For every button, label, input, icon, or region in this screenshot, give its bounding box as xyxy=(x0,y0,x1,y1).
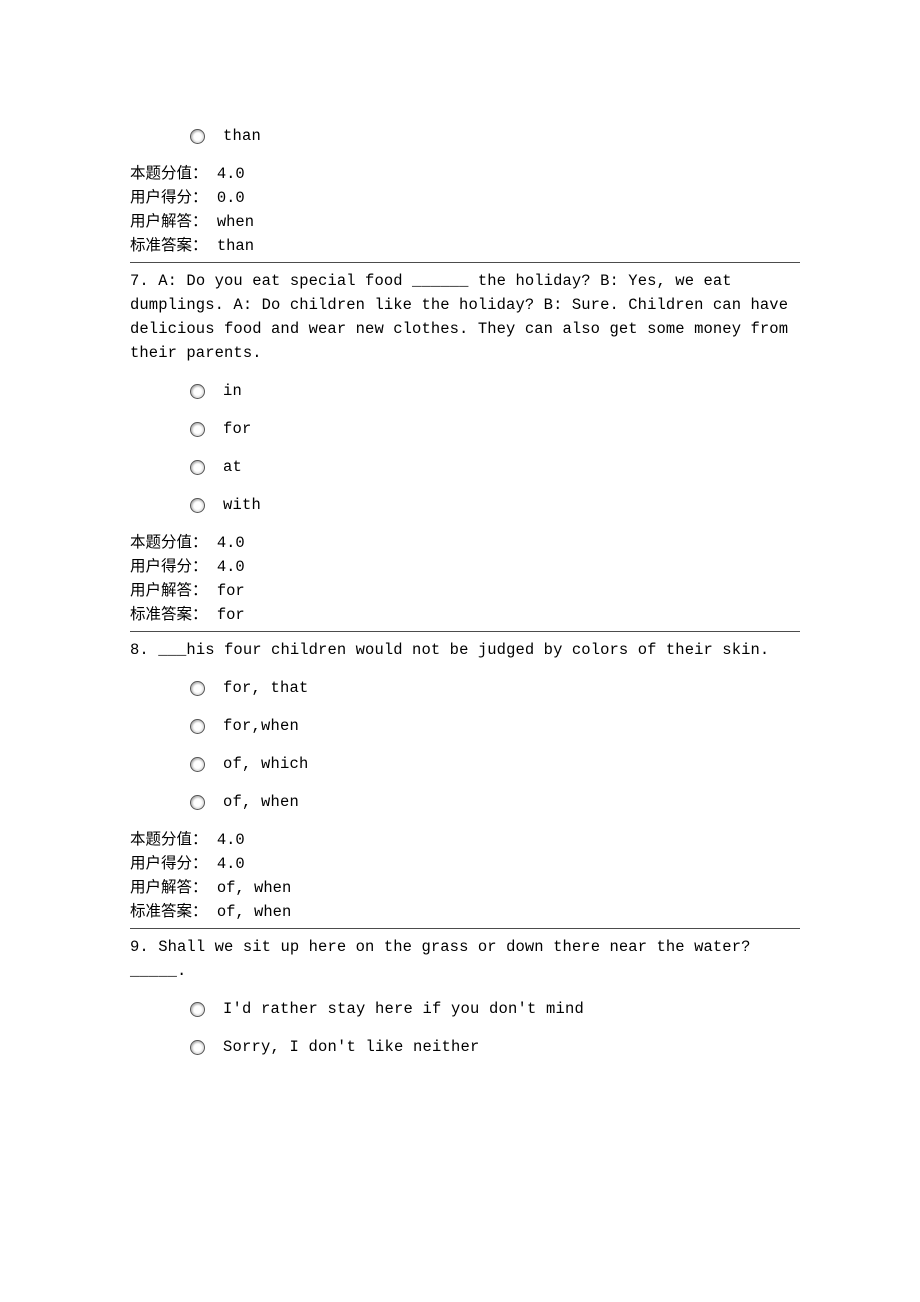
meta-value: when xyxy=(217,213,254,231)
radio-icon[interactable] xyxy=(190,460,205,475)
option-text: at xyxy=(223,455,242,479)
radio-icon[interactable] xyxy=(190,719,205,734)
question-9-block: 9. Shall we sit up here on the grass or … xyxy=(130,935,800,1059)
meta-label: 用户解答： xyxy=(130,582,208,600)
meta-label: 标准答案： xyxy=(130,903,208,921)
option-row[interactable]: I'd rather stay here if you don't mind xyxy=(190,997,800,1021)
radio-icon[interactable] xyxy=(190,129,205,144)
question-7-block: 7. A: Do you eat special food ______ the… xyxy=(130,269,800,627)
meta-value: 4.0 xyxy=(217,855,245,873)
option-text: with xyxy=(223,493,261,517)
meta-value: for xyxy=(217,582,245,600)
option-row[interactable]: for, that xyxy=(190,676,800,700)
option-text: I'd rather stay here if you don't mind xyxy=(223,997,584,1021)
meta-value: 0.0 xyxy=(217,189,245,207)
meta-user-answer: 用户解答： when xyxy=(130,210,800,234)
radio-icon[interactable] xyxy=(190,422,205,437)
question-text: 8. ___his four children would not be jud… xyxy=(130,638,800,662)
option-row[interactable]: Sorry, I don't like neither xyxy=(190,1035,800,1059)
meta-user-score: 用户得分： 4.0 xyxy=(130,852,800,876)
meta-label: 用户得分： xyxy=(130,558,208,576)
radio-icon[interactable] xyxy=(190,384,205,399)
question-text: 7. A: Do you eat special food ______ the… xyxy=(130,269,800,365)
radio-icon[interactable] xyxy=(190,1002,205,1017)
meta-value: for xyxy=(217,606,245,624)
meta-label: 标准答案： xyxy=(130,237,208,255)
meta-user-score: 用户得分： 4.0 xyxy=(130,555,800,579)
option-row[interactable]: than xyxy=(190,124,800,148)
meta-label: 用户解答： xyxy=(130,213,208,231)
meta-value: 4.0 xyxy=(217,165,245,183)
question-6-block: than 本题分值： 4.0 用户得分： 0.0 用户解答： when 标准答案… xyxy=(130,124,800,258)
meta-correct: 标准答案： than xyxy=(130,234,800,258)
question-text: 9. Shall we sit up here on the grass or … xyxy=(130,935,800,983)
question-meta: 本题分值： 4.0 用户得分： 4.0 用户解答： of, when 标准答案：… xyxy=(130,828,800,924)
meta-user-answer: 用户解答： of, when xyxy=(130,876,800,900)
question-number: 9. xyxy=(130,938,149,956)
meta-user-score: 用户得分： 0.0 xyxy=(130,186,800,210)
option-row[interactable]: at xyxy=(190,455,800,479)
option-text: of, when xyxy=(223,790,299,814)
radio-icon[interactable] xyxy=(190,681,205,696)
question-number: 8. xyxy=(130,641,149,659)
option-text: for, that xyxy=(223,676,309,700)
question-8-block: 8. ___his four children would not be jud… xyxy=(130,638,800,924)
divider xyxy=(130,262,800,263)
radio-icon[interactable] xyxy=(190,1040,205,1055)
option-row[interactable]: of, when xyxy=(190,790,800,814)
meta-value: of, when xyxy=(217,903,291,921)
meta-score: 本题分值： 4.0 xyxy=(130,531,800,555)
divider xyxy=(130,928,800,929)
option-text: of, which xyxy=(223,752,309,776)
option-text: for xyxy=(223,417,252,441)
option-row[interactable]: in xyxy=(190,379,800,403)
option-text: in xyxy=(223,379,242,403)
question-body: Shall we sit up here on the grass or dow… xyxy=(130,938,751,980)
question-meta: 本题分值： 4.0 用户得分： 0.0 用户解答： when 标准答案： tha… xyxy=(130,162,800,258)
question-body: A: Do you eat special food ______ the ho… xyxy=(130,272,788,362)
meta-value: than xyxy=(217,237,254,255)
document-page: than 本题分值： 4.0 用户得分： 0.0 用户解答： when 标准答案… xyxy=(0,0,920,1133)
meta-label: 用户得分： xyxy=(130,189,208,207)
meta-value: 4.0 xyxy=(217,831,245,849)
meta-value: 4.0 xyxy=(217,558,245,576)
option-row[interactable]: of, which xyxy=(190,752,800,776)
question-body: ___his four children would not be judged… xyxy=(158,641,769,659)
meta-label: 标准答案： xyxy=(130,606,208,624)
meta-score: 本题分值： 4.0 xyxy=(130,828,800,852)
option-row[interactable]: for,when xyxy=(190,714,800,738)
divider xyxy=(130,631,800,632)
option-row[interactable]: with xyxy=(190,493,800,517)
meta-correct: 标准答案： for xyxy=(130,603,800,627)
meta-label: 本题分值： xyxy=(130,831,208,849)
option-text: than xyxy=(223,124,261,148)
meta-label: 用户解答： xyxy=(130,879,208,897)
meta-label: 本题分值： xyxy=(130,534,208,552)
option-row[interactable]: for xyxy=(190,417,800,441)
option-text: Sorry, I don't like neither xyxy=(223,1035,480,1059)
meta-value: 4.0 xyxy=(217,534,245,552)
meta-label: 本题分值： xyxy=(130,165,208,183)
radio-icon[interactable] xyxy=(190,795,205,810)
option-text: for,when xyxy=(223,714,299,738)
meta-label: 用户得分： xyxy=(130,855,208,873)
meta-correct: 标准答案： of, when xyxy=(130,900,800,924)
meta-value: of, when xyxy=(217,879,291,897)
question-meta: 本题分值： 4.0 用户得分： 4.0 用户解答： for 标准答案： for xyxy=(130,531,800,627)
meta-score: 本题分值： 4.0 xyxy=(130,162,800,186)
question-number: 7. xyxy=(130,272,149,290)
meta-user-answer: 用户解答： for xyxy=(130,579,800,603)
radio-icon[interactable] xyxy=(190,757,205,772)
radio-icon[interactable] xyxy=(190,498,205,513)
